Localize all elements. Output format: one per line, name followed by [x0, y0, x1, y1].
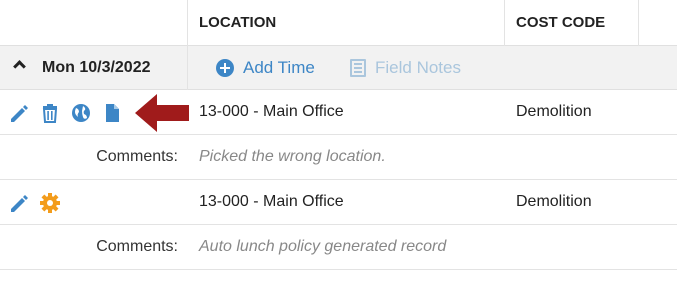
- location-cell: 13-000 - Main Office: [199, 103, 344, 120]
- plus-circle-icon: [216, 59, 234, 77]
- comments-label: Comments:: [96, 238, 178, 255]
- comment-text: Auto lunch policy generated record: [199, 238, 447, 255]
- add-time-label: Add Time: [243, 58, 315, 77]
- row-actions: [8, 192, 70, 214]
- globe-icon[interactable]: [70, 102, 92, 124]
- cost-code-cell: Demolition: [516, 103, 592, 120]
- pencil-icon[interactable]: [8, 102, 30, 124]
- add-time-button[interactable]: Add Time: [216, 57, 315, 79]
- location-cell: 13-000 - Main Office: [199, 193, 344, 210]
- time-entry-row: 13-000 - Main Office Demolition: [0, 90, 677, 135]
- comments-row: Comments: Auto lunch policy generated re…: [0, 225, 677, 270]
- location-column-header[interactable]: LOCATION: [199, 0, 276, 46]
- notes-list-icon: [350, 59, 366, 77]
- pencil-icon[interactable]: [8, 192, 30, 214]
- table-header: LOCATION COST CODE: [0, 0, 677, 46]
- cost-code-cell: Demolition: [516, 193, 592, 210]
- time-entry-row: 13-000 - Main Office Demolition: [0, 180, 677, 225]
- document-icon[interactable]: [101, 102, 123, 124]
- gear-icon[interactable]: [39, 192, 61, 214]
- comments-label: Comments:: [96, 148, 178, 165]
- annotation-arrow-icon: [135, 94, 189, 132]
- day-date-label[interactable]: Mon 10/3/2022: [42, 46, 151, 90]
- day-group-header: Mon 10/3/2022 Add Time Field Notes: [0, 46, 677, 90]
- collapse-chevron-up-icon[interactable]: [13, 60, 26, 73]
- row-actions: [8, 102, 132, 124]
- trash-icon[interactable]: [39, 102, 61, 124]
- field-notes-label: Field Notes: [375, 58, 461, 77]
- column-divider: [187, 46, 188, 90]
- column-divider: [638, 0, 639, 46]
- comments-row: Comments: Picked the wrong location.: [0, 135, 677, 180]
- column-divider: [187, 0, 188, 46]
- comment-text: Picked the wrong location.: [199, 148, 386, 165]
- field-notes-button[interactable]: Field Notes: [350, 57, 461, 79]
- cost-code-column-header[interactable]: COST CODE: [516, 0, 605, 46]
- column-divider: [504, 0, 505, 46]
